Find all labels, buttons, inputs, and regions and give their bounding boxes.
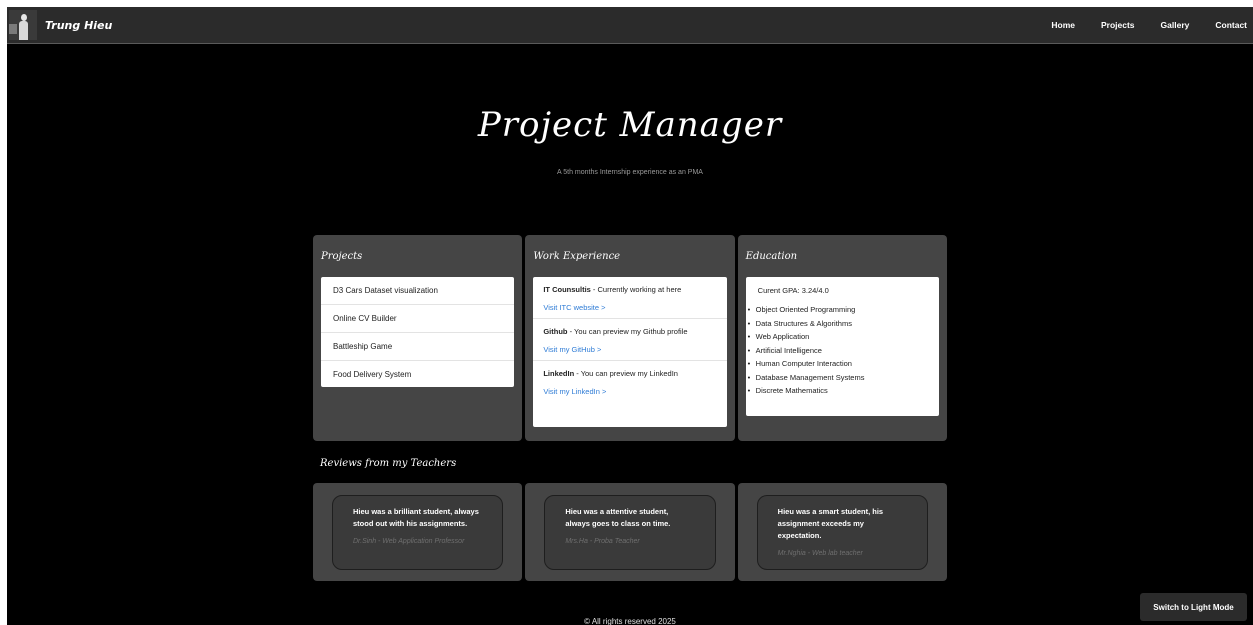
review-text: Hieu was a smart student, his assignment… [777,507,884,540]
work-title: Work Experience [533,251,621,262]
footer-text: © All rights reserved 2025 [584,617,676,625]
work-desc: - Currently working at here [590,285,682,294]
project-item[interactable]: Battleship Game [321,333,515,361]
page: Trung Hieu Home Projects Gallery Contact… [7,7,1253,625]
work-item: LinkedIn - You can preview my LinkedIn V… [533,361,726,403]
nav-gallery[interactable]: Gallery [1161,20,1190,30]
avatar [9,10,37,40]
review-card: Hieu was a brilliant student, always sto… [332,495,504,570]
projects-list: D3 Cars Dataset visualization Online CV … [321,277,515,388]
work-link[interactable]: Visit my GitHub > [543,345,716,354]
project-item[interactable]: Online CV Builder [321,305,515,333]
review-panel: Hieu was a smart student, his assignment… [737,483,947,581]
course-item: Artificial Intelligence [748,344,927,358]
review-text: Hieu was a brilliant student, always sto… [353,507,479,528]
review-author: Dr.Sinh - Web Application Professor [353,538,465,545]
review-panel: Hieu was a brilliant student, always sto… [313,483,523,581]
work-name: LinkedIn [543,369,575,378]
review-author: Mr.Nghia - Web lab teacher [777,550,863,557]
course-item: Human Computer Interaction [748,357,927,371]
reviews-title: Reviews from my Teachers [320,458,457,469]
hero-subtitle: A 5th months Internship experience as an… [557,169,703,176]
brand-name: Trung Hieu [45,18,113,32]
course-item: Discrete Mathematics [748,384,927,398]
work-panel: Work Experience IT Counsultis - Currentl… [525,235,735,441]
projects-title: Projects [321,251,363,262]
projects-panel: Projects D3 Cars Dataset visualization O… [313,235,523,441]
review-text: Hieu was a attentive student, always goe… [565,507,671,528]
work-name: Github [543,327,568,336]
switch-mode-button[interactable]: Switch to Light Mode [1140,593,1247,621]
review-author: Mrs.Ha - Proba Teacher [565,538,640,545]
work-link[interactable]: Visit my LinkedIn > [543,387,716,396]
course-item: Database Management Systems [748,371,927,385]
nav-contact[interactable]: Contact [1215,20,1247,30]
nav-menu: Home Projects Gallery Contact [1025,7,1247,43]
work-desc: - You can preview my LinkedIn [574,369,678,378]
work-item: IT Counsultis - Currently working at her… [533,277,727,319]
review-card: Hieu was a smart student, his assignment… [756,495,928,570]
work-item: Github - You can preview my Github profi… [533,319,727,361]
review-card: Hieu was a attentive student, always goe… [544,495,716,570]
nav-projects[interactable]: Projects [1101,20,1135,30]
project-item[interactable]: Food Delivery System [321,361,514,388]
brand[interactable]: Trung Hieu [9,10,112,40]
work-desc: - You can preview my Github profile [567,327,688,336]
gpa-text: Curent GPA: 3.24/4.0 [757,286,829,295]
review-panel: Hieu was a attentive student, always goe… [525,483,735,581]
course-item: Web Application [748,330,927,344]
course-item: Data Structures & Algorithms [748,317,927,331]
work-name: IT Counsultis [543,285,591,294]
education-panel: Education Curent GPA: 3.24/4.0 Object Or… [737,235,947,441]
info-row: Projects D3 Cars Dataset visualization O… [313,235,947,441]
project-item[interactable]: D3 Cars Dataset visualization [321,277,515,305]
navbar: Trung Hieu Home Projects Gallery Contact [7,7,1253,44]
nav-home[interactable]: Home [1051,20,1075,30]
education-title: Education [745,251,798,262]
reviews-row: Hieu was a brilliant student, always sto… [313,483,947,581]
work-list: IT Counsultis - Currently working at her… [533,277,727,427]
hero-title: Project Manager [477,105,783,145]
education-card: Curent GPA: 3.24/4.0 Object Oriented Pro… [745,277,939,416]
work-link[interactable]: Visit ITC website > [543,303,716,312]
course-item: Object Oriented Programming [748,303,927,317]
course-list: Object Oriented Programming Data Structu… [748,303,927,398]
